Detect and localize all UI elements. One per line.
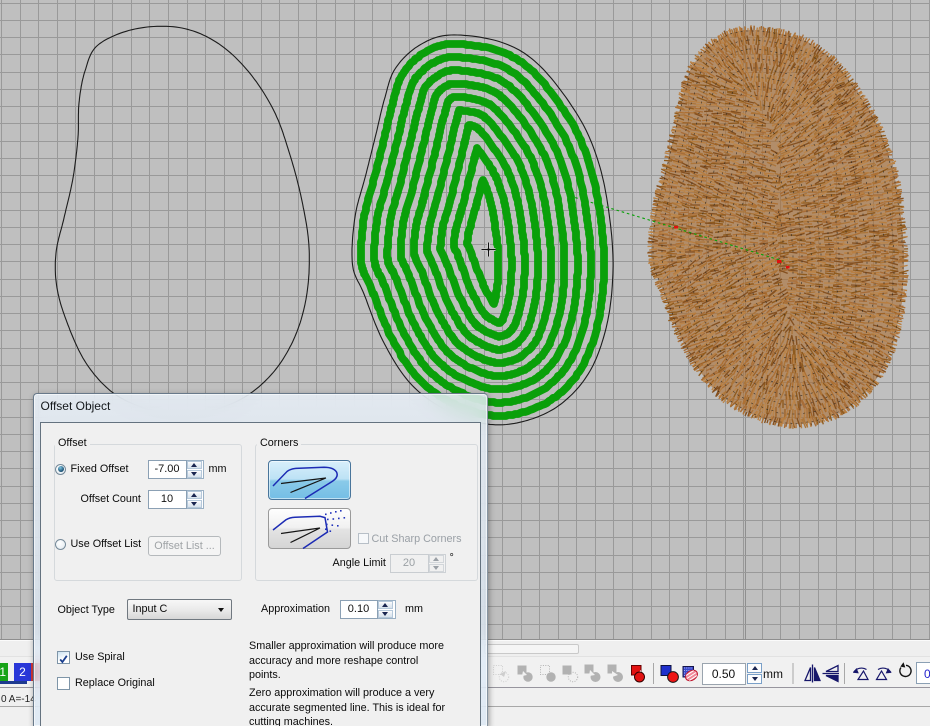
svg-text:0: 0 (924, 667, 930, 681)
